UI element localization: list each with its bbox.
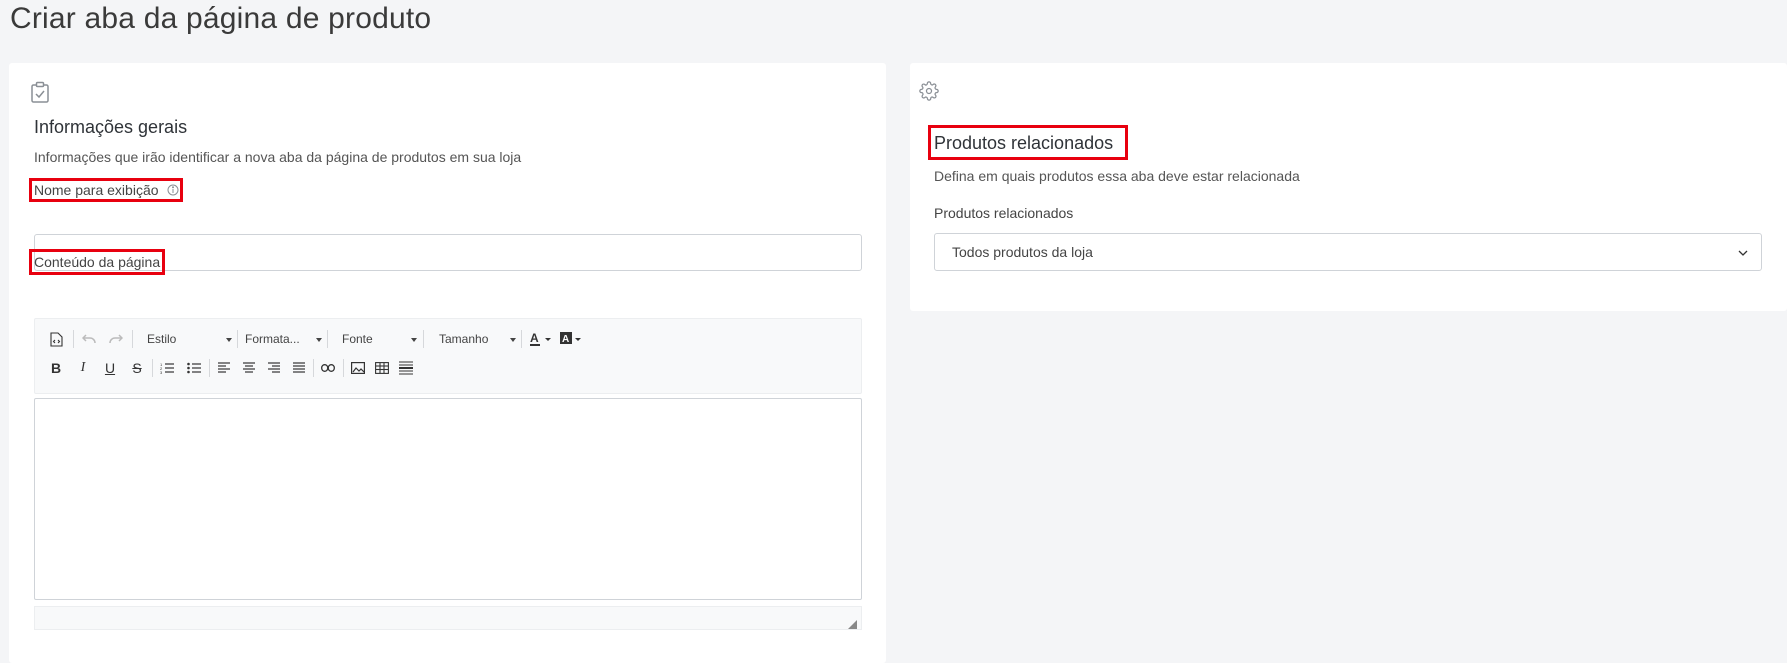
related-products-card: Produtos relacionados Defina em quais pr… (910, 63, 1787, 311)
related-products-subtitle: Defina em quais produtos essa aba deve e… (934, 168, 1300, 184)
related-products-selected: Todos produtos da loja (952, 244, 1093, 260)
text-color-icon[interactable]: A (529, 329, 555, 349)
toolbar-separator (152, 359, 153, 377)
toolbar-separator (209, 359, 210, 377)
general-info-card: Informações gerais Informações que irão … (9, 63, 886, 663)
horizontal-rule-icon[interactable] (397, 358, 415, 378)
table-icon[interactable] (373, 358, 391, 378)
toolbar-separator (237, 330, 238, 348)
size-combo[interactable]: Tamanho (439, 329, 488, 349)
italic-icon[interactable]: I (75, 358, 91, 378)
bullet-list-icon[interactable] (185, 358, 203, 378)
font-combo[interactable]: Fonte (342, 329, 373, 349)
svg-text:3: 3 (160, 370, 163, 374)
align-right-icon[interactable] (266, 358, 282, 378)
align-center-icon[interactable] (241, 358, 257, 378)
toolbar-separator (423, 330, 424, 348)
undo-icon[interactable] (80, 329, 98, 349)
style-combo[interactable]: Estilo (147, 329, 176, 349)
related-products-title: Produtos relacionados (934, 133, 1114, 153)
strikethrough-icon[interactable]: S (129, 358, 145, 378)
page-content-editor[interactable] (34, 398, 862, 600)
style-caret-icon (226, 338, 232, 342)
font-caret-icon (411, 338, 417, 342)
background-color-icon[interactable]: A (559, 329, 585, 349)
svg-text:A: A (562, 334, 569, 345)
bold-icon[interactable]: B (48, 358, 64, 378)
link-icon[interactable] (319, 358, 337, 378)
general-info-title: Informações gerais (34, 117, 188, 137)
clipboard-check-icon (30, 81, 52, 103)
redo-icon[interactable] (107, 329, 125, 349)
page-title: Criar aba da página de produto (10, 2, 432, 35)
svg-text:A: A (530, 331, 539, 345)
editor-statusbar (34, 606, 862, 630)
size-caret-icon (510, 338, 516, 342)
gear-icon (919, 81, 941, 103)
related-products-select[interactable]: Todos produtos da loja (934, 233, 1762, 271)
source-icon[interactable] (48, 329, 64, 349)
editor-toolbar: Estilo Formata... Fonte Tamanho A A B I … (34, 318, 862, 394)
page-content-label: Conteúdo da página (34, 254, 161, 270)
format-caret-icon (316, 338, 322, 342)
chevron-down-icon (1737, 246, 1749, 258)
toolbar-separator (313, 359, 314, 377)
toolbar-separator (73, 330, 74, 348)
display-name-label: Nome para exibição (34, 182, 179, 199)
toolbar-separator (132, 330, 133, 348)
general-info-subtitle: Informações que irão identificar a nova … (34, 149, 522, 165)
align-left-icon[interactable] (216, 358, 232, 378)
toolbar-separator (327, 330, 328, 348)
underline-icon[interactable]: U (102, 358, 118, 378)
related-products-label: Produtos relacionados (934, 205, 1074, 221)
format-combo[interactable]: Formata... (245, 329, 300, 349)
align-justify-icon[interactable] (291, 358, 307, 378)
image-icon[interactable] (349, 358, 367, 378)
toolbar-separator (521, 330, 522, 348)
display-name-label-text: Nome para exibição (34, 182, 159, 198)
numbered-list-icon[interactable]: 123 (158, 358, 176, 378)
resize-handle-icon[interactable] (848, 616, 857, 629)
toolbar-separator (343, 359, 344, 377)
info-circle-icon[interactable] (167, 183, 179, 199)
